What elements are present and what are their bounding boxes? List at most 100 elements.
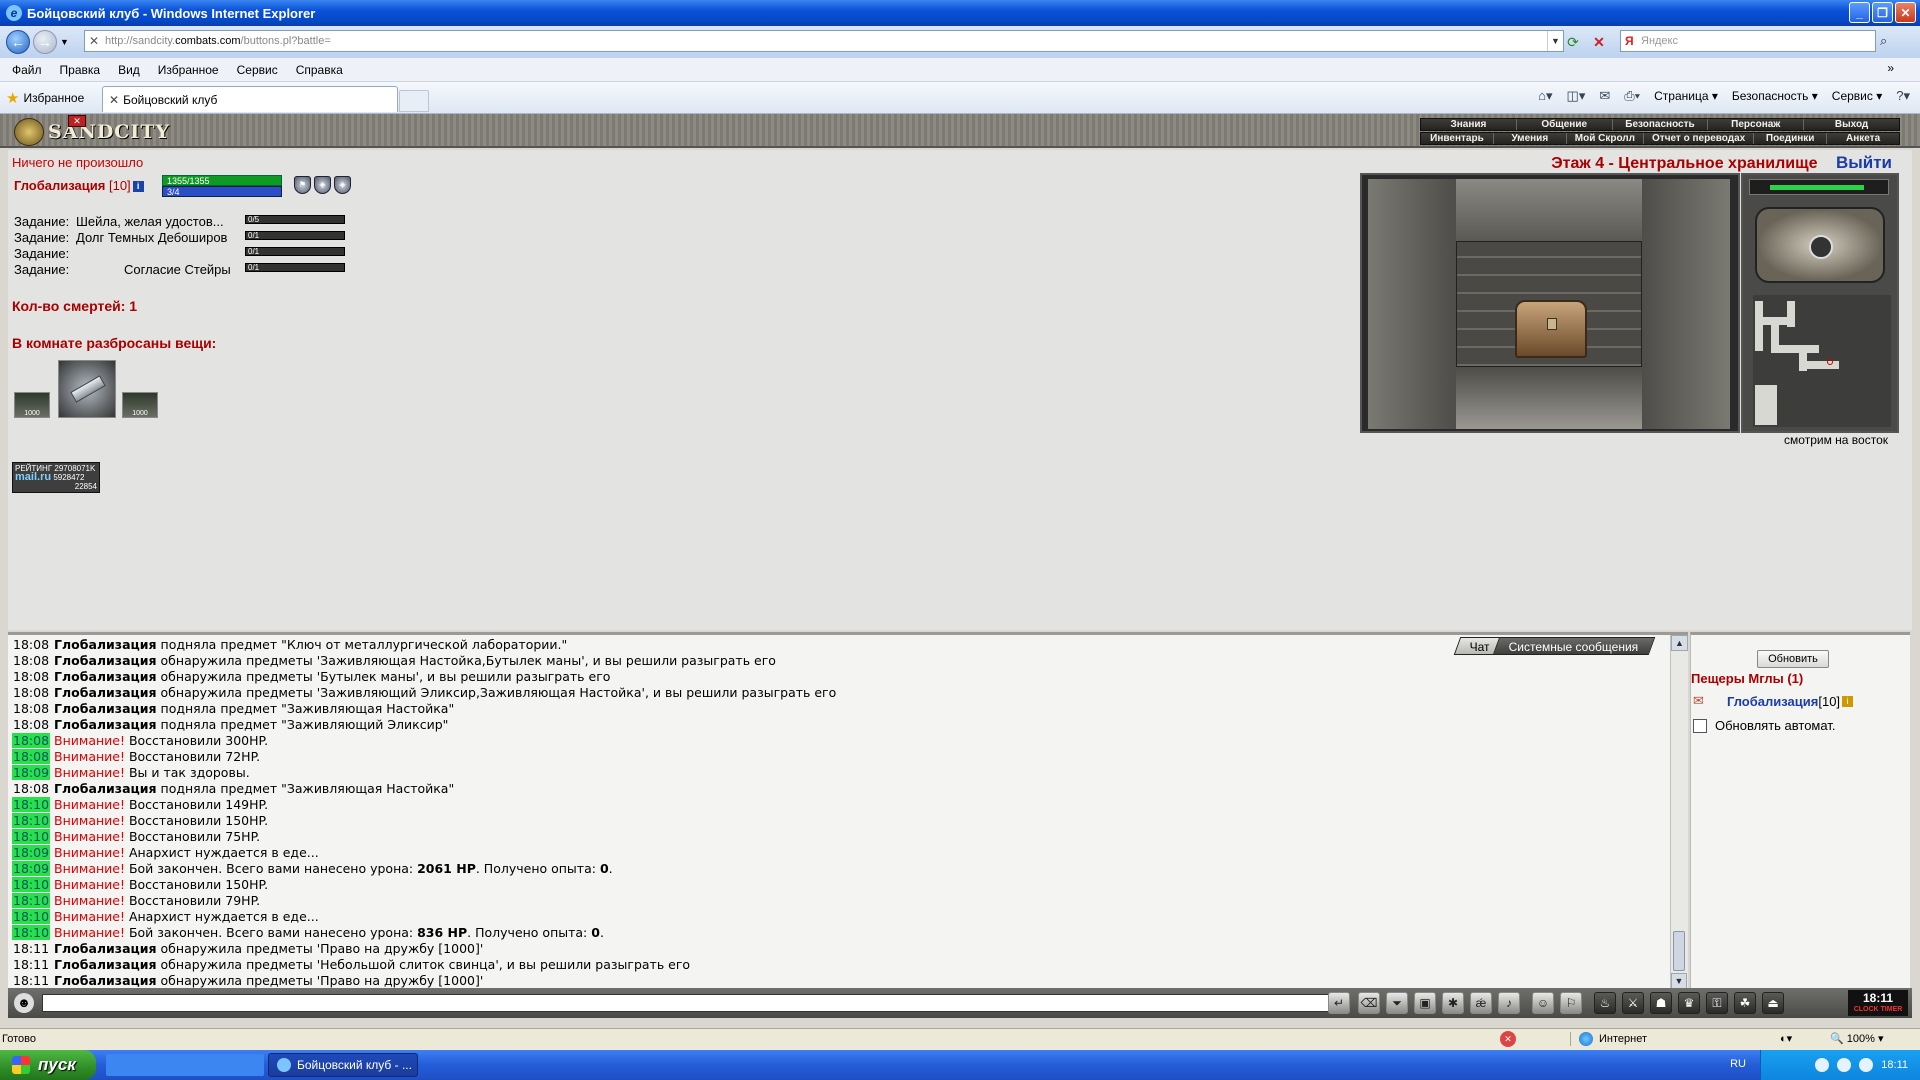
- minimize-button[interactable]: _: [1849, 2, 1870, 23]
- nav-transfers-report[interactable]: Отчет о переводах: [1644, 133, 1755, 144]
- chat-scrollbar[interactable]: ▲ ▼: [1670, 635, 1688, 989]
- online-user[interactable]: ✉ Глобализация [10] i: [1693, 693, 1854, 709]
- zoom-level[interactable]: 🔍 100% ▾: [1830, 1032, 1883, 1045]
- close-button[interactable]: ✕: [1895, 2, 1916, 23]
- address-bar[interactable]: ✕ http://sandcity. combats.com/buttons.pl…: [84, 30, 1564, 52]
- nav-my-scroll[interactable]: Мой Скролл: [1567, 133, 1645, 144]
- tray-volume-icon[interactable]: [1837, 1058, 1852, 1072]
- security-menu[interactable]: Безопасность ▾: [1732, 89, 1818, 103]
- menu-tools[interactable]: Сервис: [237, 63, 278, 77]
- smile-icon[interactable]: ☺: [1532, 992, 1554, 1014]
- feeds-icon[interactable]: ◫▾: [1567, 88, 1586, 104]
- chat-sender[interactable]: Глобализация: [54, 973, 157, 988]
- chat-sender[interactable]: Глобализация: [54, 653, 157, 668]
- nav-character[interactable]: Персонаж: [1708, 119, 1805, 130]
- page-menu[interactable]: Страница ▾: [1654, 89, 1718, 103]
- chat-sender[interactable]: Глобализация: [54, 701, 157, 716]
- chat-input[interactable]: [42, 994, 1334, 1012]
- nav-fights[interactable]: Поединки: [1754, 133, 1828, 144]
- guild-badge-icon[interactable]: ⚑: [294, 176, 311, 194]
- sound-icon[interactable]: ♪: [1498, 992, 1520, 1014]
- scroll-thumb[interactable]: [1673, 931, 1685, 971]
- tab-active[interactable]: ✕ Бойцовский клуб: [102, 86, 398, 112]
- character-name[interactable]: Глобализация [10] i: [14, 178, 144, 193]
- group-icon[interactable]: ☗: [1650, 992, 1672, 1014]
- info-icon[interactable]: i: [1842, 695, 1854, 707]
- scroll-up-icon[interactable]: ▲: [1671, 635, 1688, 651]
- menu-favorites[interactable]: Избранное: [158, 63, 219, 77]
- menu-help[interactable]: Справка: [296, 63, 343, 77]
- quest-item[interactable]: Задание: Шейла, желая удостов... 0/5: [14, 214, 345, 229]
- smiley-menu-icon[interactable]: ☻: [14, 993, 34, 1013]
- maximize-button[interactable]: ❐: [1872, 2, 1893, 23]
- forward-button[interactable]: →: [33, 30, 57, 54]
- chat-log[interactable]: 18:08 Глобализация подняла предмет "Ключ…: [12, 637, 1660, 989]
- people-icon[interactable]: ✱: [1442, 992, 1464, 1014]
- chat-sender[interactable]: Глобализация: [54, 717, 157, 732]
- language-indicator[interactable]: RU: [1730, 1058, 1746, 1070]
- checkbox-icon[interactable]: [1693, 718, 1707, 733]
- scroll-down-icon[interactable]: ▼: [1671, 973, 1687, 989]
- scroll-icon[interactable]: ⚔: [1622, 992, 1644, 1014]
- translit-icon[interactable]: ǽ: [1470, 992, 1492, 1014]
- contacts-icon[interactable]: ⚐: [1560, 992, 1582, 1014]
- flag-icon[interactable]: ✕: [68, 115, 86, 127]
- quest-item[interactable]: Задание: Долг Темных Дебоширов 0/1: [14, 230, 345, 245]
- taskbar-ie-window[interactable]: Бойцовский клуб - ...: [268, 1053, 418, 1077]
- mail-icon[interactable]: ✉: [1599, 88, 1610, 104]
- online-user-name[interactable]: Глобализация: [1727, 694, 1818, 709]
- clan-icon[interactable]: ♛: [1678, 992, 1700, 1014]
- exit-door-icon[interactable]: ⏏: [1762, 992, 1784, 1014]
- address-dropdown-icon[interactable]: ▼: [1547, 31, 1563, 51]
- shield-badge-icon[interactable]: ◈: [334, 176, 351, 194]
- back-button[interactable]: ←: [6, 30, 30, 54]
- nav-exit[interactable]: Выход: [1804, 119, 1899, 130]
- nav-knowledge[interactable]: Знания: [1421, 119, 1517, 130]
- tray-clock[interactable]: 18:11: [1881, 1059, 1908, 1071]
- stop-icon[interactable]: ✕: [1590, 33, 1608, 51]
- menu-overflow-icon[interactable]: »: [1887, 61, 1894, 75]
- new-tab-button[interactable]: [399, 90, 429, 112]
- nav-security[interactable]: Безопасность: [1613, 119, 1709, 130]
- nav-skills[interactable]: Умения: [1494, 133, 1567, 144]
- private-message-icon[interactable]: ✉: [1693, 693, 1715, 709]
- security-status-icon[interactable]: ✕: [1500, 1031, 1516, 1047]
- save-icon[interactable]: ▣: [1414, 992, 1436, 1014]
- filter-icon[interactable]: ⏷: [1386, 992, 1408, 1014]
- shield-badge-icon[interactable]: ◈: [314, 176, 331, 194]
- search-input[interactable]: Я Яндекс: [1620, 30, 1876, 52]
- friends-icon[interactable]: ☘: [1734, 992, 1756, 1014]
- start-button[interactable]: пуск: [0, 1050, 96, 1080]
- tray-security-icon[interactable]: [1859, 1058, 1874, 1072]
- refresh-button[interactable]: Обновить: [1757, 650, 1829, 668]
- search-go-icon[interactable]: ⌕: [1880, 33, 1887, 49]
- quest-item[interactable]: Задание: Согласие Стейры 0/1: [14, 262, 345, 277]
- chat-sender[interactable]: Глобализация: [54, 957, 157, 972]
- chat-sender[interactable]: Глобализация: [54, 637, 157, 652]
- nav-profile[interactable]: Анкета: [1827, 133, 1899, 144]
- chat-sender[interactable]: Глобализация: [54, 781, 157, 796]
- help-icon[interactable]: ?▾: [1896, 88, 1910, 104]
- nav-communication[interactable]: Общение: [1517, 119, 1613, 130]
- print-icon[interactable]: ⎙▾: [1624, 88, 1640, 104]
- refresh-icon[interactable]: ⟳: [1564, 33, 1582, 51]
- quest-item[interactable]: Задание: 0/1: [14, 246, 345, 261]
- room-item-ingot[interactable]: [58, 360, 116, 418]
- tray-network-icon[interactable]: [1815, 1058, 1830, 1072]
- protected-mode-icon[interactable]: ◐▾: [1780, 1032, 1792, 1045]
- home-icon[interactable]: ⌂▾: [1538, 88, 1552, 104]
- chat-sender[interactable]: Глобализация: [54, 685, 157, 700]
- room-item-scroll[interactable]: 1000: [122, 392, 158, 418]
- turn-icon[interactable]: [1809, 235, 1833, 259]
- menu-view[interactable]: Вид: [118, 63, 140, 77]
- lock-icon[interactable]: ⚿: [1706, 992, 1728, 1014]
- auto-refresh-checkbox[interactable]: Обновлять автомат.: [1693, 718, 1835, 733]
- tab-system-messages[interactable]: Системные сообщения: [1493, 637, 1656, 655]
- dungeon-3d-view[interactable]: [1368, 179, 1730, 429]
- history-dropdown-icon[interactable]: ▼: [60, 37, 69, 47]
- chat-sender[interactable]: Глобализация: [54, 669, 157, 684]
- room-item-scroll[interactable]: 1000: [14, 392, 50, 418]
- chest-icon[interactable]: [1515, 300, 1587, 358]
- exit-link[interactable]: Выйти: [1836, 153, 1892, 172]
- eraser-icon[interactable]: ⌫: [1358, 992, 1380, 1014]
